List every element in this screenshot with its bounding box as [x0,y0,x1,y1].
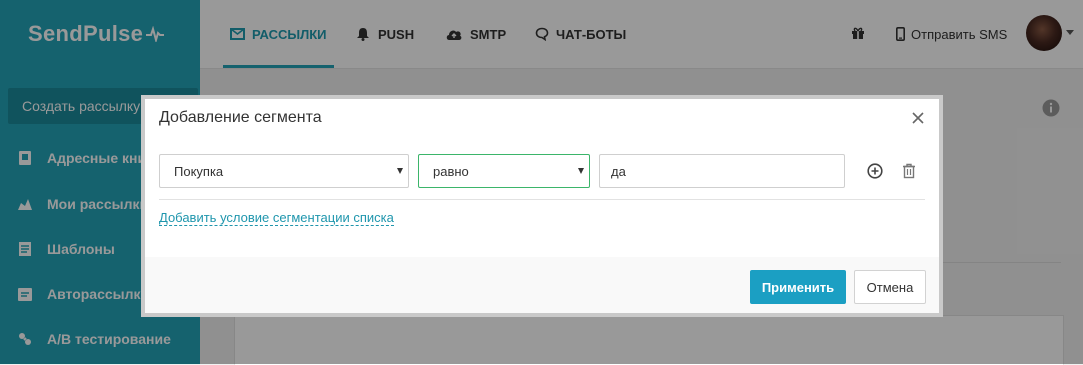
trash-icon[interactable] [902,163,918,179]
add-segmentation-condition-link[interactable]: Добавить условие сегментации списка [159,210,394,226]
condition-divider [159,199,925,200]
operator-select[interactable]: равно [418,154,590,188]
select-value: равно [433,163,469,179]
segment-field-select[interactable]: Покупка [159,154,409,188]
dropdown-arrow-icon [578,168,584,174]
close-icon[interactable] [911,111,925,125]
apply-button[interactable]: Применить [750,270,846,304]
cancel-button[interactable]: Отмена [854,270,926,304]
add-segment-modal: Добавление сегмента Покупка равно да Доб… [141,95,943,317]
dropdown-arrow-icon [397,168,403,174]
add-condition-plus-icon[interactable] [867,163,883,179]
input-value: да [611,163,626,179]
condition-value-input[interactable]: да [599,154,845,188]
select-value: Покупка [174,163,224,179]
modal-title: Добавление сегмента [159,109,322,126]
